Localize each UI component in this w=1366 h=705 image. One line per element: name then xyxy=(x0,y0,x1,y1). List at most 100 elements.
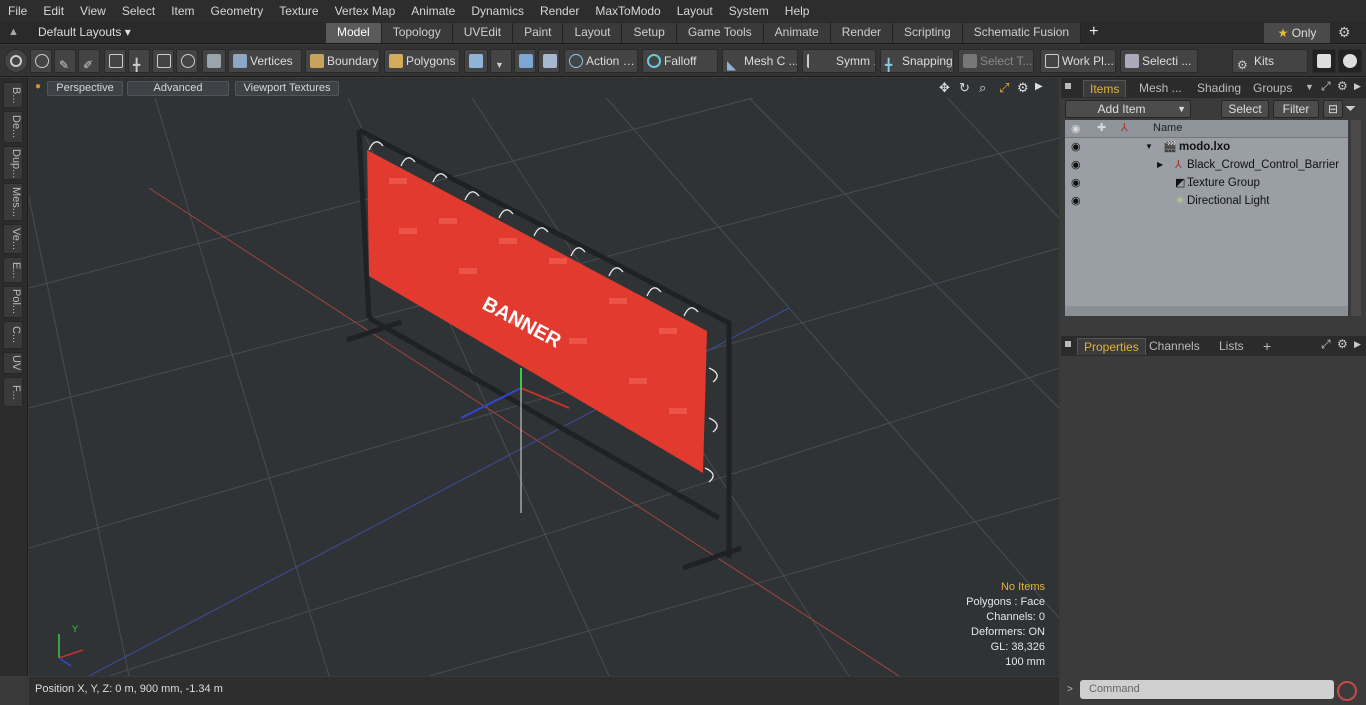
visibility-eye-icon[interactable]: ◉ xyxy=(1071,174,1081,192)
left-tab-duplicate[interactable]: Dup... xyxy=(3,146,23,180)
menu-animate[interactable]: Animate xyxy=(403,0,463,22)
add-item-button[interactable]: Add Item ▼ xyxy=(1065,100,1191,118)
viewport-arrow-icon[interactable]: ▶ xyxy=(1035,81,1043,92)
menu-edit[interactable]: Edit xyxy=(35,0,72,22)
work-plane-button[interactable]: Work Pl... xyxy=(1040,49,1116,73)
tab-animate[interactable]: Animate xyxy=(763,23,831,43)
expand-triangle-icon[interactable]: ▼ xyxy=(1145,138,1153,156)
tab-groups[interactable]: Groups xyxy=(1247,80,1298,97)
viewport-3d[interactable]: BANNER Y ● Perspective Advanced Viewport… xyxy=(29,78,1059,676)
funnel-icon[interactable]: ⏷ xyxy=(1345,100,1363,118)
left-tab-uv[interactable]: UV xyxy=(3,352,23,374)
only-toggle[interactable]: ★ Only xyxy=(1264,23,1330,43)
dropdown-button[interactable]: ▼ xyxy=(490,49,512,73)
align-button[interactable] xyxy=(104,49,126,73)
left-tab-basic[interactable]: B... xyxy=(3,82,23,108)
viewport-gear-icon[interactable]: ⚙ xyxy=(1017,80,1029,96)
left-tab-deform[interactable]: De... xyxy=(3,111,23,143)
add-properties-tab-button[interactable]: + xyxy=(1257,338,1277,355)
layout-selector[interactable]: Default Layouts ▾ xyxy=(38,25,131,39)
gear-icon[interactable]: ⚙ xyxy=(1338,24,1351,41)
left-tab-mesh-edit[interactable]: Mes... xyxy=(3,183,23,221)
transform-button[interactable]: ╋ xyxy=(128,49,150,73)
properties-gear-icon[interactable]: ⚙ xyxy=(1337,337,1348,351)
mesh-constraint-button[interactable]: ◣ Mesh C ... xyxy=(722,49,798,73)
command-input[interactable]: Command xyxy=(1080,680,1334,699)
menu-file[interactable]: File xyxy=(0,0,35,22)
menu-geometry[interactable]: Geometry xyxy=(203,0,272,22)
tab-channels[interactable]: Channels xyxy=(1143,338,1206,355)
boundary-button[interactable]: Boundary xyxy=(305,49,380,73)
symmetry-x-button[interactable] xyxy=(514,49,536,73)
shield-button[interactable] xyxy=(202,49,226,73)
menu-select[interactable]: Select xyxy=(114,0,163,22)
menu-render[interactable]: Render xyxy=(532,0,587,22)
tab-lists[interactable]: Lists xyxy=(1213,338,1250,355)
selection-sets-button[interactable]: Selecti ... xyxy=(1120,49,1198,73)
tab-model[interactable]: Model xyxy=(326,23,382,43)
tab-schematic-fusion[interactable]: Schematic Fusion xyxy=(962,23,1082,43)
left-tab-polygon[interactable]: Pol... xyxy=(3,286,23,318)
tab-layout[interactable]: Layout xyxy=(563,23,623,43)
left-tab-vertex[interactable]: Ve... xyxy=(3,224,23,254)
viewport-scene[interactable]: BANNER Y xyxy=(29,78,1059,676)
globe-button[interactable] xyxy=(30,49,52,73)
frame-button[interactable] xyxy=(152,49,174,73)
pan-icon[interactable]: ✥ xyxy=(939,80,950,96)
maximize-icon[interactable]: ⤢ xyxy=(999,80,1009,96)
tab-uvedit[interactable]: UVEdit xyxy=(452,23,514,43)
unreal-button[interactable] xyxy=(1338,49,1362,73)
pie-button[interactable] xyxy=(176,49,198,73)
menu-item[interactable]: Item xyxy=(163,0,202,22)
tab-topology[interactable]: Topology xyxy=(381,23,453,43)
falloff-button[interactable]: Falloff xyxy=(642,49,718,73)
select-circle-button[interactable] xyxy=(4,49,28,73)
viewport-tab-perspective[interactable]: Perspective xyxy=(47,81,123,96)
zoom-icon[interactable]: ⌕ xyxy=(979,80,986,96)
tree-vscroll[interactable] xyxy=(1351,120,1361,316)
panel-gear-icon[interactable]: ⚙ xyxy=(1337,79,1348,93)
tab-scripting[interactable]: Scripting xyxy=(893,23,963,43)
menu-system[interactable]: System xyxy=(721,0,777,22)
tab-game-tools[interactable]: Game Tools xyxy=(676,23,764,43)
tree-row-mesh[interactable]: ◉ ▶ ⅄ Black_Crowd_Control_Barrier ... xyxy=(1065,156,1348,189)
visibility-eye-icon[interactable]: ◉ xyxy=(1071,192,1081,210)
filter-button[interactable]: Filter xyxy=(1273,100,1319,118)
tree-row-scene[interactable]: ◉ ▼ 🎬 modo.lxo xyxy=(1065,138,1348,156)
menu-layout[interactable]: Layout xyxy=(669,0,721,22)
action-button[interactable]: Action … xyxy=(564,49,638,73)
symmetry-y-button[interactable] xyxy=(538,49,560,73)
tab-render[interactable]: Render xyxy=(830,23,894,43)
snapping-button[interactable]: ╋ Snapping xyxy=(880,49,954,73)
viewport-tab-advanced[interactable]: Advanced xyxy=(127,81,229,96)
layout-collapse-icon[interactable]: ▲ xyxy=(8,26,22,40)
visibility-eye-icon[interactable]: ◉ xyxy=(1071,156,1081,174)
left-tab-edge[interactable]: E... xyxy=(3,257,23,283)
panel-arrow-icon[interactable]: ▶ xyxy=(1354,81,1361,92)
add-tab-button[interactable]: + xyxy=(1081,23,1106,43)
collapse-button[interactable]: ⊟ xyxy=(1323,100,1343,118)
tab-mesh[interactable]: Mesh ... xyxy=(1133,80,1188,97)
polygons-button[interactable]: Polygons xyxy=(384,49,460,73)
menu-maxtomodo[interactable]: MaxToModo xyxy=(587,0,668,22)
unity-button[interactable] xyxy=(1312,49,1336,73)
left-tab-fusion[interactable]: F... xyxy=(3,377,23,407)
symmetry-button[interactable]: Symm ... xyxy=(802,49,876,73)
tab-paint[interactable]: Paint xyxy=(513,23,564,43)
tree-scrollbar[interactable] xyxy=(1065,306,1348,316)
visibility-eye-icon[interactable]: ◉ xyxy=(1071,138,1081,156)
properties-expand-icon[interactable]: ⤢ xyxy=(1321,337,1331,352)
tab-shading[interactable]: Shading xyxy=(1191,80,1247,97)
cube-button[interactable] xyxy=(464,49,488,73)
menu-dynamics[interactable]: Dynamics xyxy=(463,0,532,22)
brush-button[interactable]: ✐ xyxy=(78,49,100,73)
record-button[interactable] xyxy=(1337,681,1357,701)
left-tab-curve[interactable]: C... xyxy=(3,321,23,349)
vertices-button[interactable]: Vertices xyxy=(228,49,302,73)
tab-properties[interactable]: Properties xyxy=(1077,338,1146,355)
tab-setup[interactable]: Setup xyxy=(622,23,677,43)
tree-row-light[interactable]: ◉ ☀ Directional Light xyxy=(1065,192,1348,210)
kits-button[interactable]: ⚙ Kits xyxy=(1232,49,1308,73)
expand-triangle-icon[interactable]: ▶ xyxy=(1157,156,1163,174)
rotate-icon[interactable]: ↻ xyxy=(959,80,970,96)
